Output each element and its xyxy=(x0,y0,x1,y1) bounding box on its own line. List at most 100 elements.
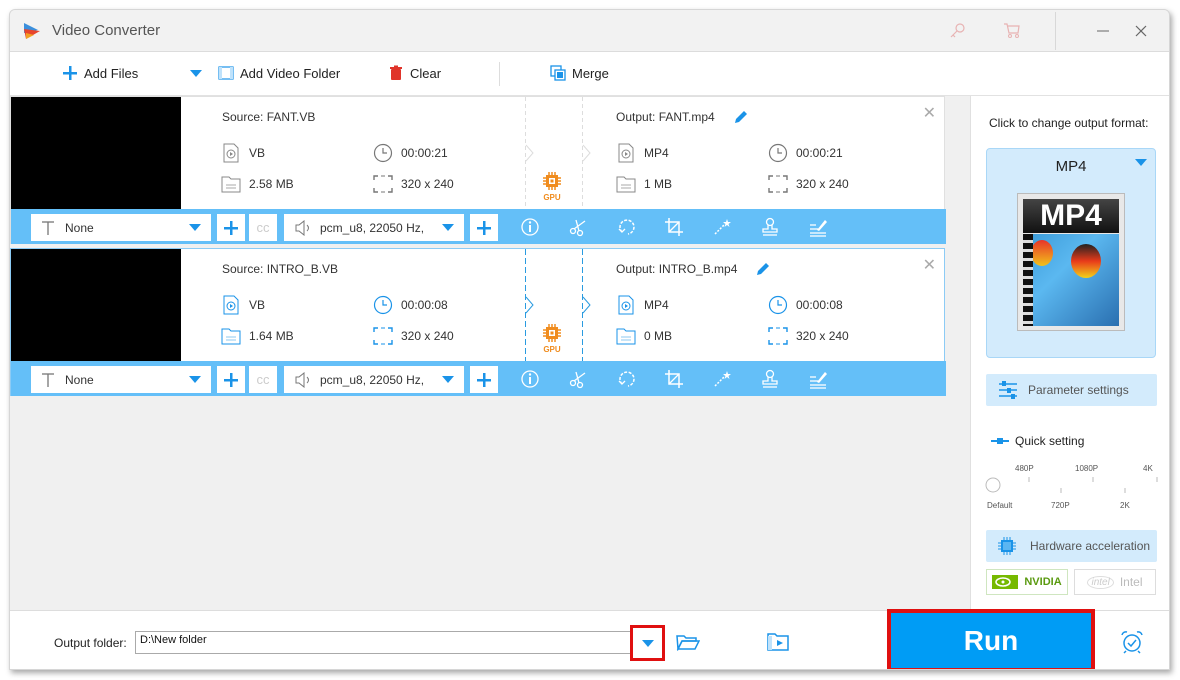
clear-button[interactable]: Clear xyxy=(388,65,441,81)
chevron-down-icon xyxy=(190,70,202,77)
intel-logo-icon: intel xyxy=(1087,575,1114,589)
add-video-folder-label: Add Video Folder xyxy=(240,65,341,81)
nvidia-toggle[interactable]: NVIDIA xyxy=(986,569,1068,595)
open-folder-icon[interactable] xyxy=(676,633,700,651)
info-icon[interactable] xyxy=(519,369,541,389)
file-item[interactable]: Source: FANT.VB VB 00:00:21 2.58 MB 320 … xyxy=(10,96,946,244)
video-file-icon xyxy=(223,295,239,315)
speaker-icon xyxy=(295,371,309,388)
scissors-icon[interactable] xyxy=(567,369,589,389)
clock-icon xyxy=(768,143,788,163)
crop-icon[interactable] xyxy=(663,369,685,389)
run-button[interactable]: Run xyxy=(887,609,1095,669)
quick-setting-label: Quick setting xyxy=(1015,434,1085,448)
merge-icon xyxy=(550,65,566,81)
info-icon[interactable] xyxy=(519,217,541,237)
close-icon[interactable] xyxy=(1130,20,1152,42)
title-bar: Video Converter xyxy=(10,10,1169,52)
watermark-stamp-icon[interactable] xyxy=(759,369,781,389)
output-duration: 00:00:08 xyxy=(768,295,843,315)
slider-label-default: Default xyxy=(987,501,1013,510)
source-duration: 00:00:21 xyxy=(373,143,448,163)
hardware-acceleration-button[interactable]: Hardware acceleration xyxy=(986,530,1157,562)
run-label: Run xyxy=(963,624,1019,656)
output-format-name: MP4 xyxy=(1055,158,1087,175)
gpu-chip-icon xyxy=(543,324,561,342)
chip-icon xyxy=(998,537,1016,555)
scissors-icon[interactable] xyxy=(567,217,589,237)
plus-icon xyxy=(224,220,238,235)
hardware-acceleration-label: Hardware acceleration xyxy=(1030,539,1151,553)
output-format-value: MP4 xyxy=(644,298,669,312)
alarm-clock-icon[interactable] xyxy=(1120,630,1144,654)
merge-button[interactable]: Merge xyxy=(550,65,609,81)
output-folder-dropdown-button[interactable] xyxy=(630,625,665,661)
output-video-folder-icon[interactable] xyxy=(767,632,789,652)
audio-track-value: pcm_u8, 22050 Hz, xyxy=(320,372,425,387)
output-size-value: 0 MB xyxy=(644,329,673,343)
crop-icon[interactable] xyxy=(663,217,685,237)
add-video-folder-button[interactable]: Add Video Folder xyxy=(218,65,340,81)
add-audio-button[interactable] xyxy=(470,214,498,241)
file-item[interactable]: Source: INTRO_B.VB VB 00:00:08 1.64 MB 3… xyxy=(10,248,946,396)
subtitle-edit-icon[interactable] xyxy=(807,369,829,389)
source-format-value: VB xyxy=(249,146,266,160)
subtitle-edit-icon[interactable] xyxy=(807,217,829,237)
resolution-icon xyxy=(373,327,393,345)
add-files-dropdown[interactable] xyxy=(190,70,202,77)
add-audio-button[interactable] xyxy=(470,366,498,393)
intel-toggle[interactable]: intel Intel xyxy=(1074,569,1156,595)
plus-icon xyxy=(477,372,491,387)
resolution-icon xyxy=(768,327,788,345)
app-window: Video Converter Add Files Add Video Fold… xyxy=(9,9,1170,670)
edit-pencil-icon[interactable] xyxy=(755,261,771,277)
audio-track-select[interactable]: pcm_u8, 22050 Hz, xyxy=(284,366,464,393)
slider-label-2k: 2K xyxy=(1120,501,1130,510)
chevron-down-icon xyxy=(641,639,654,647)
parameter-settings-button[interactable]: Parameter settings xyxy=(986,374,1157,406)
add-files-button[interactable]: Add Files xyxy=(62,65,138,81)
text-icon xyxy=(42,372,54,387)
output-format-selector[interactable]: MP4 MP4 xyxy=(986,148,1156,358)
quick-setting-icon xyxy=(991,438,1009,444)
rotate-icon[interactable] xyxy=(615,217,637,237)
chevron-down-icon xyxy=(189,376,201,383)
subtitle-select[interactable]: None xyxy=(31,366,211,393)
parameter-settings-label: Parameter settings xyxy=(1028,383,1129,397)
plus-icon xyxy=(63,66,77,80)
watermark-stamp-icon[interactable] xyxy=(759,217,781,237)
bottom-bar: Output folder: D:\New folder Run xyxy=(10,609,1169,669)
app-logo-icon xyxy=(24,23,40,39)
output-size-value: 1 MB xyxy=(644,177,673,191)
clock-icon xyxy=(373,295,393,315)
edit-pencil-icon[interactable] xyxy=(733,109,749,125)
slider-thumb[interactable] xyxy=(985,477,1001,493)
add-files-label: Add Files xyxy=(84,65,139,81)
effects-wand-icon[interactable] xyxy=(711,217,733,237)
plus-icon xyxy=(477,220,491,235)
video-thumbnail[interactable] xyxy=(11,97,181,209)
chevron-down-icon xyxy=(189,224,201,231)
remove-item-icon[interactable]: ✕ xyxy=(923,255,936,275)
rotate-icon[interactable] xyxy=(615,369,637,389)
remove-item-icon[interactable]: ✕ xyxy=(923,103,936,123)
video-thumbnail[interactable] xyxy=(11,249,181,361)
add-subtitle-button[interactable] xyxy=(217,214,245,241)
slider-label-4k: 4K xyxy=(1143,464,1153,473)
subtitle-settings-button[interactable]: cc xyxy=(249,366,277,393)
source-resolution: 320 x 240 xyxy=(373,175,454,193)
subtitle-select[interactable]: None xyxy=(31,214,211,241)
minimize-icon[interactable] xyxy=(1092,20,1114,42)
file-size-icon xyxy=(221,176,241,193)
key-icon[interactable] xyxy=(947,20,969,42)
clear-label: Clear xyxy=(410,65,442,81)
cart-icon[interactable] xyxy=(1001,20,1023,42)
output-folder-input[interactable]: D:\New folder xyxy=(135,631,663,654)
add-subtitle-button[interactable] xyxy=(217,366,245,393)
source-size: 2.58 MB xyxy=(221,175,294,193)
gpu-label: GPU xyxy=(543,193,561,202)
audio-track-select[interactable]: pcm_u8, 22050 Hz, xyxy=(284,214,464,241)
effects-wand-icon[interactable] xyxy=(711,369,733,389)
quality-slider[interactable]: 480P 1080P 4K Default 720P 2K xyxy=(985,464,1165,514)
subtitle-settings-button[interactable]: cc xyxy=(249,214,277,241)
